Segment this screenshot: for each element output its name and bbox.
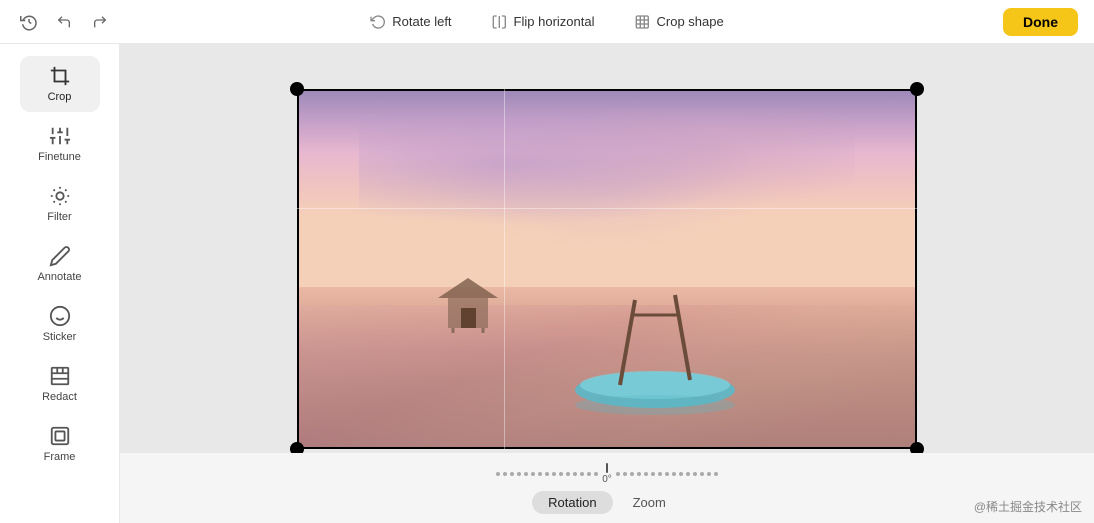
sidebar-item-sticker-label: Sticker <box>43 331 77 343</box>
slider-dots-right <box>616 472 718 476</box>
sidebar-item-crop[interactable]: Crop <box>20 56 100 112</box>
dot <box>496 472 500 476</box>
top-bar: Rotate left Flip horizontal Crop shape D… <box>0 0 1094 44</box>
sidebar-item-redact[interactable]: Redact <box>20 356 100 412</box>
redo-button[interactable] <box>86 10 114 34</box>
flip-horizontal-icon <box>492 14 508 30</box>
scene-hut-svg <box>433 273 503 333</box>
sidebar-item-finetune[interactable]: Finetune <box>20 116 100 172</box>
handle-top-right[interactable] <box>910 82 924 96</box>
sidebar-item-sticker[interactable]: Sticker <box>20 296 100 352</box>
dot <box>644 472 648 476</box>
dot <box>503 472 507 476</box>
dot <box>693 472 697 476</box>
rotation-center-tick: 0° <box>602 463 612 485</box>
dot <box>594 472 598 476</box>
crop-icon <box>49 65 71 87</box>
scene-clouds <box>359 107 855 251</box>
dot <box>552 472 556 476</box>
sidebar-item-filter-label: Filter <box>47 211 71 223</box>
scene-boat-svg <box>545 260 765 420</box>
dot <box>524 472 528 476</box>
top-bar-center: Rotate left Flip horizontal Crop shape <box>362 10 731 34</box>
filter-icon <box>49 185 71 207</box>
sidebar-item-frame-label: Frame <box>44 451 76 463</box>
sidebar-item-redact-label: Redact <box>42 391 77 403</box>
rotate-left-action[interactable]: Rotate left <box>362 10 459 34</box>
history-icon[interactable] <box>16 9 42 35</box>
dot <box>686 472 690 476</box>
center-tick-line <box>606 463 608 473</box>
annotate-icon <box>49 245 71 267</box>
dot <box>637 472 641 476</box>
done-button[interactable]: Done <box>1003 8 1078 36</box>
tab-zoom[interactable]: Zoom <box>617 491 682 514</box>
sticker-icon <box>49 305 71 327</box>
redact-icon <box>49 365 71 387</box>
dot <box>707 472 711 476</box>
sidebar-item-crop-label: Crop <box>48 91 72 103</box>
dot <box>573 472 577 476</box>
dot <box>679 472 683 476</box>
dot <box>580 472 584 476</box>
dot <box>587 472 591 476</box>
dot <box>651 472 655 476</box>
dot <box>700 472 704 476</box>
watermark: @稀土掘金技术社区 <box>974 498 1082 515</box>
main-area <box>120 44 1094 523</box>
crop-shape-action[interactable]: Crop shape <box>626 10 731 34</box>
dot <box>545 472 549 476</box>
finetune-icon <box>49 125 71 147</box>
sidebar-item-annotate[interactable]: Annotate <box>20 236 100 292</box>
handle-top-left[interactable] <box>290 82 304 96</box>
dot <box>616 472 620 476</box>
frame-icon <box>49 425 71 447</box>
dot <box>510 472 514 476</box>
rotate-left-label: Rotate left <box>392 14 451 29</box>
rotation-tabs: Rotation Zoom <box>532 491 682 514</box>
sidebar-item-frame[interactable]: Frame <box>20 416 100 472</box>
dot <box>630 472 634 476</box>
crop-shape-icon <box>634 14 650 30</box>
image-canvas <box>297 89 917 449</box>
rotation-value: 0° <box>602 474 612 485</box>
dot <box>714 472 718 476</box>
dot <box>559 472 563 476</box>
dot <box>623 472 627 476</box>
rotate-left-icon <box>370 14 386 30</box>
dot <box>566 472 570 476</box>
sidebar-item-finetune-label: Finetune <box>38 151 81 163</box>
dot <box>531 472 535 476</box>
slider-dots-left <box>496 472 598 476</box>
canvas-wrapper[interactable] <box>297 89 917 449</box>
top-bar-left <box>16 9 114 35</box>
dot <box>672 472 676 476</box>
undo-redo <box>50 10 114 34</box>
dot <box>665 472 669 476</box>
flip-horizontal-label: Flip horizontal <box>514 14 595 29</box>
dot <box>538 472 542 476</box>
flip-horizontal-action[interactable]: Flip horizontal <box>484 10 603 34</box>
undo-button[interactable] <box>50 10 78 34</box>
sidebar-item-annotate-label: Annotate <box>37 271 81 283</box>
crop-shape-label: Crop shape <box>656 14 723 29</box>
dot <box>517 472 521 476</box>
tab-rotation[interactable]: Rotation <box>532 491 612 514</box>
rotation-slider-container[interactable]: 0° <box>496 463 718 485</box>
dot <box>658 472 662 476</box>
sidebar-item-filter[interactable]: Filter <box>20 176 100 232</box>
sidebar: Crop Finetune Filter <box>0 44 120 523</box>
bottom-bar: 0° Rotation Zoom <box>120 453 1094 523</box>
